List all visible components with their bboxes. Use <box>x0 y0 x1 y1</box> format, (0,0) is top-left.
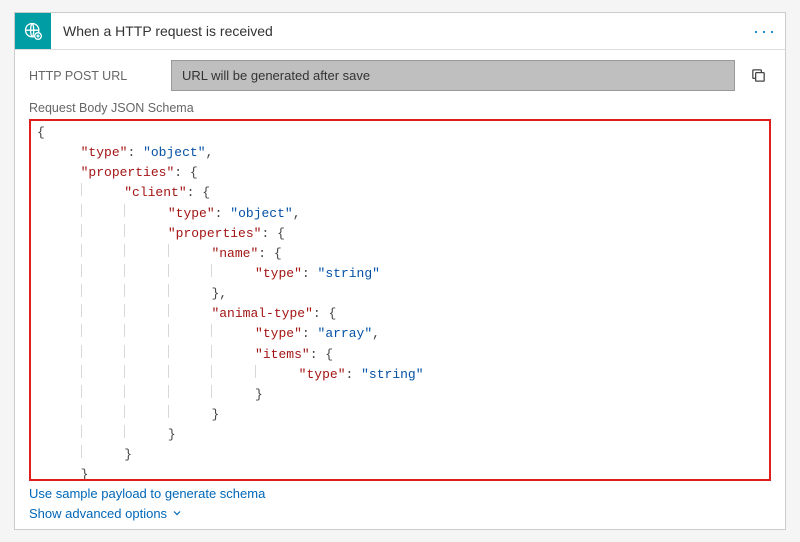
card-header: When a HTTP request is received ··· <box>15 13 785 50</box>
trigger-card: When a HTTP request is received ··· HTTP… <box>14 12 786 530</box>
http-url-value: URL will be generated after save <box>171 60 735 91</box>
show-advanced-link[interactable]: Show advanced options <box>29 506 183 521</box>
chevron-down-icon <box>171 507 183 522</box>
http-trigger-icon <box>15 13 51 49</box>
show-advanced-label: Show advanced options <box>29 506 167 521</box>
http-url-label: HTTP POST URL <box>29 69 161 83</box>
copy-url-button[interactable] <box>745 63 771 89</box>
sample-payload-link[interactable]: Use sample payload to generate schema <box>29 486 265 501</box>
json-schema-editor[interactable]: { "type": "object", "properties": { "cli… <box>29 119 771 481</box>
card-title: When a HTTP request is received <box>51 13 745 49</box>
card-body: HTTP POST URL URL will be generated afte… <box>15 50 785 529</box>
schema-label: Request Body JSON Schema <box>29 101 771 115</box>
card-menu-button[interactable]: ··· <box>745 13 785 49</box>
copy-icon <box>750 67 767 84</box>
http-url-row: HTTP POST URL URL will be generated afte… <box>29 60 771 91</box>
